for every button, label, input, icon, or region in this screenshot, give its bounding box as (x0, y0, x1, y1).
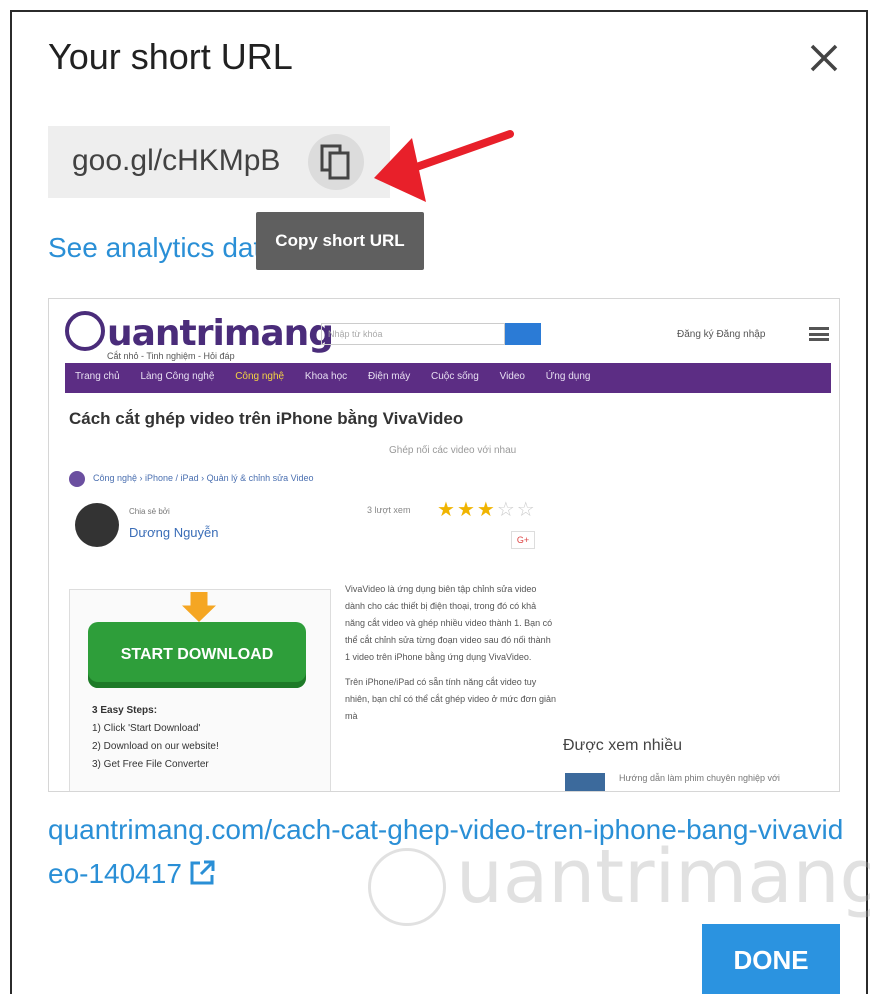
preview-logo: uantrimang (107, 313, 334, 354)
preview-ad-steps: 3 Easy Steps: 1) Click 'Start Download' … (92, 702, 219, 774)
close-button[interactable] (806, 40, 842, 76)
preview-nav-item: Video (499, 371, 525, 382)
preview-subline: Ghép nối các video với nhau (389, 445, 517, 456)
preview-ad-step: 2) Download on our website! (92, 741, 219, 752)
preview-author-label: Chia sẻ bởi (129, 507, 170, 516)
short-url-dialog: Your short URL goo.gl/cHKMpB See analyti… (10, 10, 870, 994)
preview-nav-item: Cuộc sống (430, 371, 479, 382)
preview-popular-thumb (565, 773, 605, 791)
preview-nav-items: Trang chủ Làng Công nghệ Công nghệ Khoa … (75, 371, 608, 382)
preview-search-button (505, 323, 541, 345)
done-button[interactable]: DONE (702, 924, 840, 994)
dialog-title: Your short URL (48, 36, 293, 77)
star-icon: ★ (456, 499, 477, 521)
page-preview-thumbnail: uantrimang Cắt nhỏ - Tinh nghiệm - Hỏi đ… (48, 298, 840, 792)
see-analytics-link[interactable]: See analytics dat (48, 232, 261, 264)
star-empty-icon: ☆ (516, 499, 537, 521)
preview-search: Nhập từ khóa (321, 323, 505, 345)
preview-ad-step: 3) Get Free File Converter (92, 759, 209, 770)
star-icon: ★ (476, 499, 497, 521)
preview-rating-stars: ★★★☆☆ (437, 497, 537, 522)
watermark-bulb-icon (368, 848, 446, 926)
preview-menu-icon (809, 327, 829, 341)
short-url-text[interactable]: goo.gl/cHKMpB (72, 144, 280, 178)
preview-nav-item: Điện máy (367, 371, 411, 382)
preview-author-avatar (75, 503, 119, 547)
preview-breadcrumb: Công nghệ › iPhone / iPad › Quản lý & ch… (93, 473, 314, 483)
preview-logo-icon (65, 311, 105, 351)
preview-auth-links: Đăng ký Đăng nhập (677, 329, 766, 340)
watermark: uantrimang (456, 834, 870, 920)
download-arrow-icon (182, 592, 216, 622)
preview-nav-item: Làng Công nghệ (140, 371, 215, 382)
preview-nav-item: Khoa học (304, 371, 348, 382)
preview-popular-item: Hướng dẫn làm phim chuyên nghiệp với (619, 773, 780, 783)
external-link-icon[interactable] (188, 859, 216, 887)
copy-button[interactable] (308, 134, 364, 190)
close-icon (810, 44, 838, 72)
star-icon: ★ (437, 499, 457, 521)
preview-nav-bar: Trang chủ Làng Công nghệ Công nghệ Khoa … (65, 363, 831, 393)
copy-icon (320, 144, 350, 180)
preview-ad-steps-title: 3 Easy Steps: (92, 705, 158, 716)
preview-author: Dương Nguyễn (129, 525, 219, 540)
preview-paragraph: Trên iPhone/iPad có sẵn tính năng cắt vi… (345, 677, 556, 721)
preview-headline: Cách cắt ghép video trên iPhone bằng Viv… (69, 409, 464, 428)
preview-ad-step: 1) Click 'Start Download' (92, 723, 201, 734)
red-arrow-annotation (374, 130, 514, 202)
preview-paragraph: VivaVideo là ứng dụng biên tập chỉnh sửa… (345, 584, 553, 662)
preview-ad-button: START DOWNLOAD (88, 622, 306, 688)
preview-tagline: Cắt nhỏ - Tinh nghiệm - Hỏi đáp (107, 351, 235, 361)
preview-home-icon (69, 471, 85, 487)
preview-ad: START DOWNLOAD 3 Easy Steps: 1) Click 'S… (69, 589, 331, 791)
preview-nav-item: Công nghệ (235, 371, 285, 382)
preview-nav-item: Ứng dụng (545, 371, 591, 382)
copy-tooltip: Copy short URL (256, 212, 424, 270)
preview-body-text: VivaVideo là ứng dụng biên tập chỉnh sửa… (345, 581, 557, 725)
star-empty-icon: ☆ (496, 499, 517, 521)
preview-nav-item: Trang chủ (75, 371, 120, 382)
preview-views: 3 lượt xem (367, 505, 411, 515)
short-url-field[interactable]: goo.gl/cHKMpB (48, 126, 390, 198)
preview-popular-title: Được xem nhiều (563, 737, 683, 754)
preview-gplus-button: G+ (511, 531, 535, 549)
